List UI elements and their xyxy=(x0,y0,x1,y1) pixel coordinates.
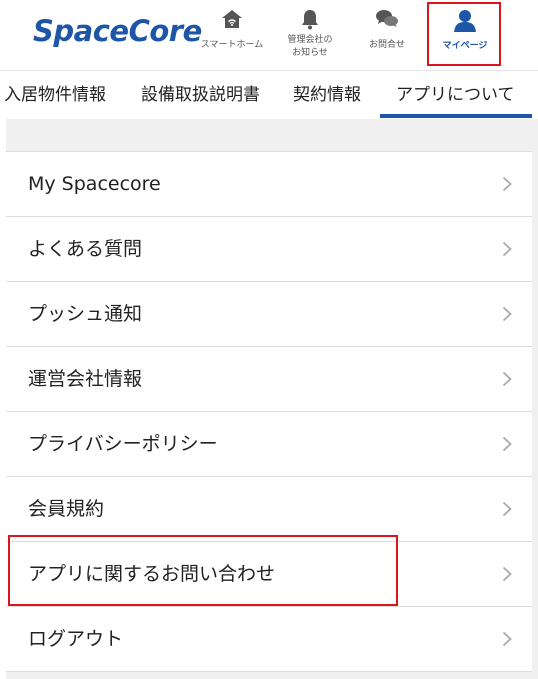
tab-bar: 入居物件情報 設備取扱説明書 契約情報 アプリについて xyxy=(0,71,538,119)
menu-item-label: 会員規約 xyxy=(28,498,105,520)
menu-item-label: プッシュ通知 xyxy=(28,303,143,325)
tab-equipment-manual[interactable]: 設備取扱説明書 xyxy=(141,71,260,119)
menu-item-operating-company[interactable]: 運営会社情報 xyxy=(6,347,532,412)
menu-item-logout[interactable]: ログアウト xyxy=(6,607,532,672)
chevron-right-icon xyxy=(502,566,512,582)
chevron-right-icon xyxy=(502,371,512,387)
menu-item-label: よくある質問 xyxy=(28,238,143,260)
chevron-right-icon xyxy=(502,501,512,517)
menu-item-faq[interactable]: よくある質問 xyxy=(6,217,532,282)
active-tab-indicator xyxy=(380,114,532,118)
menu-item-label: プライバシーポリシー xyxy=(28,433,218,455)
tab-property-info[interactable]: 入居物件情報 xyxy=(4,71,106,119)
chevron-right-icon xyxy=(502,241,512,257)
chevron-right-icon xyxy=(502,176,512,192)
menu-item-label: ログアウト xyxy=(28,628,124,650)
mypage-highlight-box xyxy=(427,2,501,66)
app-logo[interactable]: SpaceCore xyxy=(33,14,202,48)
nav-inquiry[interactable]: お問合せ xyxy=(356,8,418,52)
tab-contract-info[interactable]: 契約情報 xyxy=(293,71,361,119)
nav-inquiry-label: お問合せ xyxy=(368,40,405,50)
menu-item-push-notification[interactable]: プッシュ通知 xyxy=(6,282,532,347)
menu-item-privacy-policy[interactable]: プライバシーポリシー xyxy=(6,412,532,477)
nav-notice[interactable]: 管理会社の お知らせ xyxy=(276,8,344,60)
nav-smart-home[interactable]: スマートホーム xyxy=(196,8,268,52)
tab-about-app[interactable]: アプリについて xyxy=(396,71,515,119)
menu-item-label: My Spacecore xyxy=(28,173,161,195)
chevron-right-icon xyxy=(502,436,512,452)
menu-item-terms[interactable]: 会員規約 xyxy=(6,477,532,542)
bell-icon xyxy=(302,10,318,30)
menu-item-my-spacecore[interactable]: My Spacecore xyxy=(6,152,532,217)
nav-smart-home-label: スマートホーム xyxy=(200,40,264,50)
smart-home-icon xyxy=(222,10,242,28)
chevron-right-icon xyxy=(502,631,512,647)
nav-notice-label-line2: お知らせ xyxy=(292,48,328,58)
app-inquiry-highlight-box xyxy=(8,535,398,606)
menu-item-label: 運営会社情報 xyxy=(28,368,143,390)
nav-notice-label-line1: 管理会社の xyxy=(287,35,333,45)
chat-bubbles-icon xyxy=(376,10,398,27)
app-header: SpaceCore スマートホーム 管理会社の お知らせ お問合せ マイページ xyxy=(0,0,538,70)
chevron-right-icon xyxy=(502,306,512,322)
